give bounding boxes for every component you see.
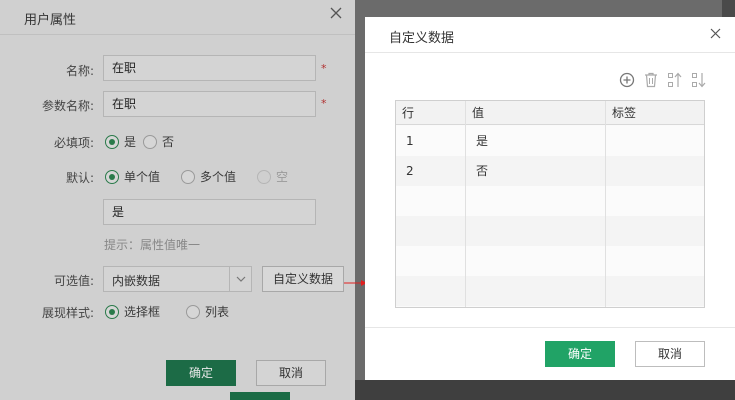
default-value-input[interactable]: 是 bbox=[103, 199, 316, 225]
move-down-icon[interactable] bbox=[691, 72, 707, 88]
radio-checked-icon bbox=[105, 304, 119, 319]
dialog-footer: 确定 取消 bbox=[365, 327, 735, 380]
param-name-input[interactable]: 在职 bbox=[103, 91, 316, 117]
chevron-down-icon[interactable] bbox=[229, 267, 251, 291]
radio-label: 单个值 bbox=[124, 170, 161, 184]
select-value: 内嵌数据 bbox=[112, 274, 161, 288]
custom-data-dialog: 自定义数据 行 值 标签 1 是 2 否 确定 取消 bbox=[365, 17, 735, 380]
display-select-radio[interactable]: 选择框 bbox=[105, 303, 160, 320]
value-cell[interactable]: 是 bbox=[466, 126, 488, 156]
table-row[interactable]: 2 否 bbox=[396, 156, 704, 186]
default-multi-radio[interactable]: 多个值 bbox=[181, 168, 236, 185]
radio-unchecked-icon bbox=[186, 304, 200, 319]
hint-text: 提示：属性值唯一 bbox=[104, 238, 201, 252]
radio-checked-icon bbox=[105, 169, 119, 184]
radio-unchecked-icon bbox=[143, 134, 157, 149]
background-strip bbox=[355, 380, 735, 400]
name-input[interactable]: 在职 bbox=[103, 55, 316, 81]
required-yes-radio[interactable]: 是 bbox=[105, 133, 136, 150]
table-row-empty bbox=[396, 246, 704, 276]
radio-label: 是 bbox=[124, 135, 137, 149]
param-name-label: 参数名称: bbox=[41, 99, 94, 113]
dialog-title: 自定义数据 bbox=[389, 31, 455, 46]
radio-unchecked-icon bbox=[181, 169, 195, 184]
column-divider bbox=[605, 101, 606, 307]
radio-label: 列表 bbox=[205, 305, 230, 319]
dialog-title: 用户属性 bbox=[24, 13, 77, 28]
table-row-empty bbox=[396, 276, 704, 306]
radio-label: 多个值 bbox=[200, 170, 237, 184]
cancel-button[interactable]: 取消 bbox=[256, 360, 326, 386]
label-cell[interactable] bbox=[606, 156, 616, 186]
name-label: 名称: bbox=[65, 64, 94, 78]
close-icon[interactable] bbox=[330, 7, 342, 19]
radio-label: 空 bbox=[276, 170, 289, 184]
grid-toolbar bbox=[619, 72, 707, 88]
close-icon[interactable] bbox=[710, 28, 721, 42]
display-list-radio[interactable]: 列表 bbox=[186, 303, 229, 320]
row-number-cell: 1 bbox=[406, 134, 414, 148]
move-up-icon[interactable] bbox=[667, 72, 683, 88]
radio-label: 否 bbox=[162, 135, 175, 149]
default-empty-radio: 空 bbox=[257, 168, 288, 185]
required-label: 必填项: bbox=[53, 136, 94, 150]
table-row-empty bbox=[396, 216, 704, 246]
ok-button[interactable]: 确定 bbox=[545, 341, 615, 367]
default-single-radio[interactable]: 单个值 bbox=[105, 168, 160, 185]
delete-icon[interactable] bbox=[643, 72, 659, 88]
dialog-body: 行 值 标签 1 是 2 否 bbox=[365, 54, 735, 327]
options-label: 可选值: bbox=[53, 274, 94, 288]
value-cell[interactable]: 否 bbox=[466, 156, 488, 186]
label-cell[interactable] bbox=[606, 126, 616, 156]
required-no-radio[interactable]: 否 bbox=[143, 133, 174, 150]
cancel-button[interactable]: 取消 bbox=[635, 341, 705, 367]
table-row[interactable]: 1 是 bbox=[396, 126, 704, 156]
column-header-value[interactable]: 值 bbox=[466, 101, 484, 125]
custom-data-table: 行 值 标签 1 是 2 否 bbox=[395, 100, 705, 308]
table-header: 行 值 标签 bbox=[396, 101, 704, 125]
required-mark: * bbox=[321, 97, 327, 110]
default-label: 默认: bbox=[65, 171, 94, 185]
dialog-header: 用户属性 bbox=[0, 0, 355, 35]
user-attribute-dialog: 用户属性 名称: 在职 * 参数名称: 在职 * 必填项: 是 否 默认: 单个… bbox=[0, 0, 355, 400]
radio-label: 选择框 bbox=[124, 305, 161, 319]
required-mark: * bbox=[321, 62, 327, 75]
dialog-header: 自定义数据 bbox=[365, 17, 735, 53]
custom-data-button[interactable]: 自定义数据 bbox=[262, 266, 344, 292]
display-style-label: 展现样式: bbox=[41, 306, 94, 320]
radio-checked-icon bbox=[105, 134, 119, 149]
add-icon[interactable] bbox=[619, 72, 635, 88]
column-header-row[interactable]: 行 bbox=[396, 101, 414, 125]
table-row-empty bbox=[396, 186, 704, 216]
options-select[interactable]: 内嵌数据 bbox=[103, 266, 252, 292]
ok-button[interactable]: 确定 bbox=[166, 360, 236, 386]
radio-disabled-icon bbox=[257, 169, 271, 184]
column-divider bbox=[465, 101, 466, 307]
background-strip bbox=[230, 392, 290, 400]
row-number-cell: 2 bbox=[406, 164, 414, 178]
column-header-label[interactable]: 标签 bbox=[606, 101, 636, 125]
